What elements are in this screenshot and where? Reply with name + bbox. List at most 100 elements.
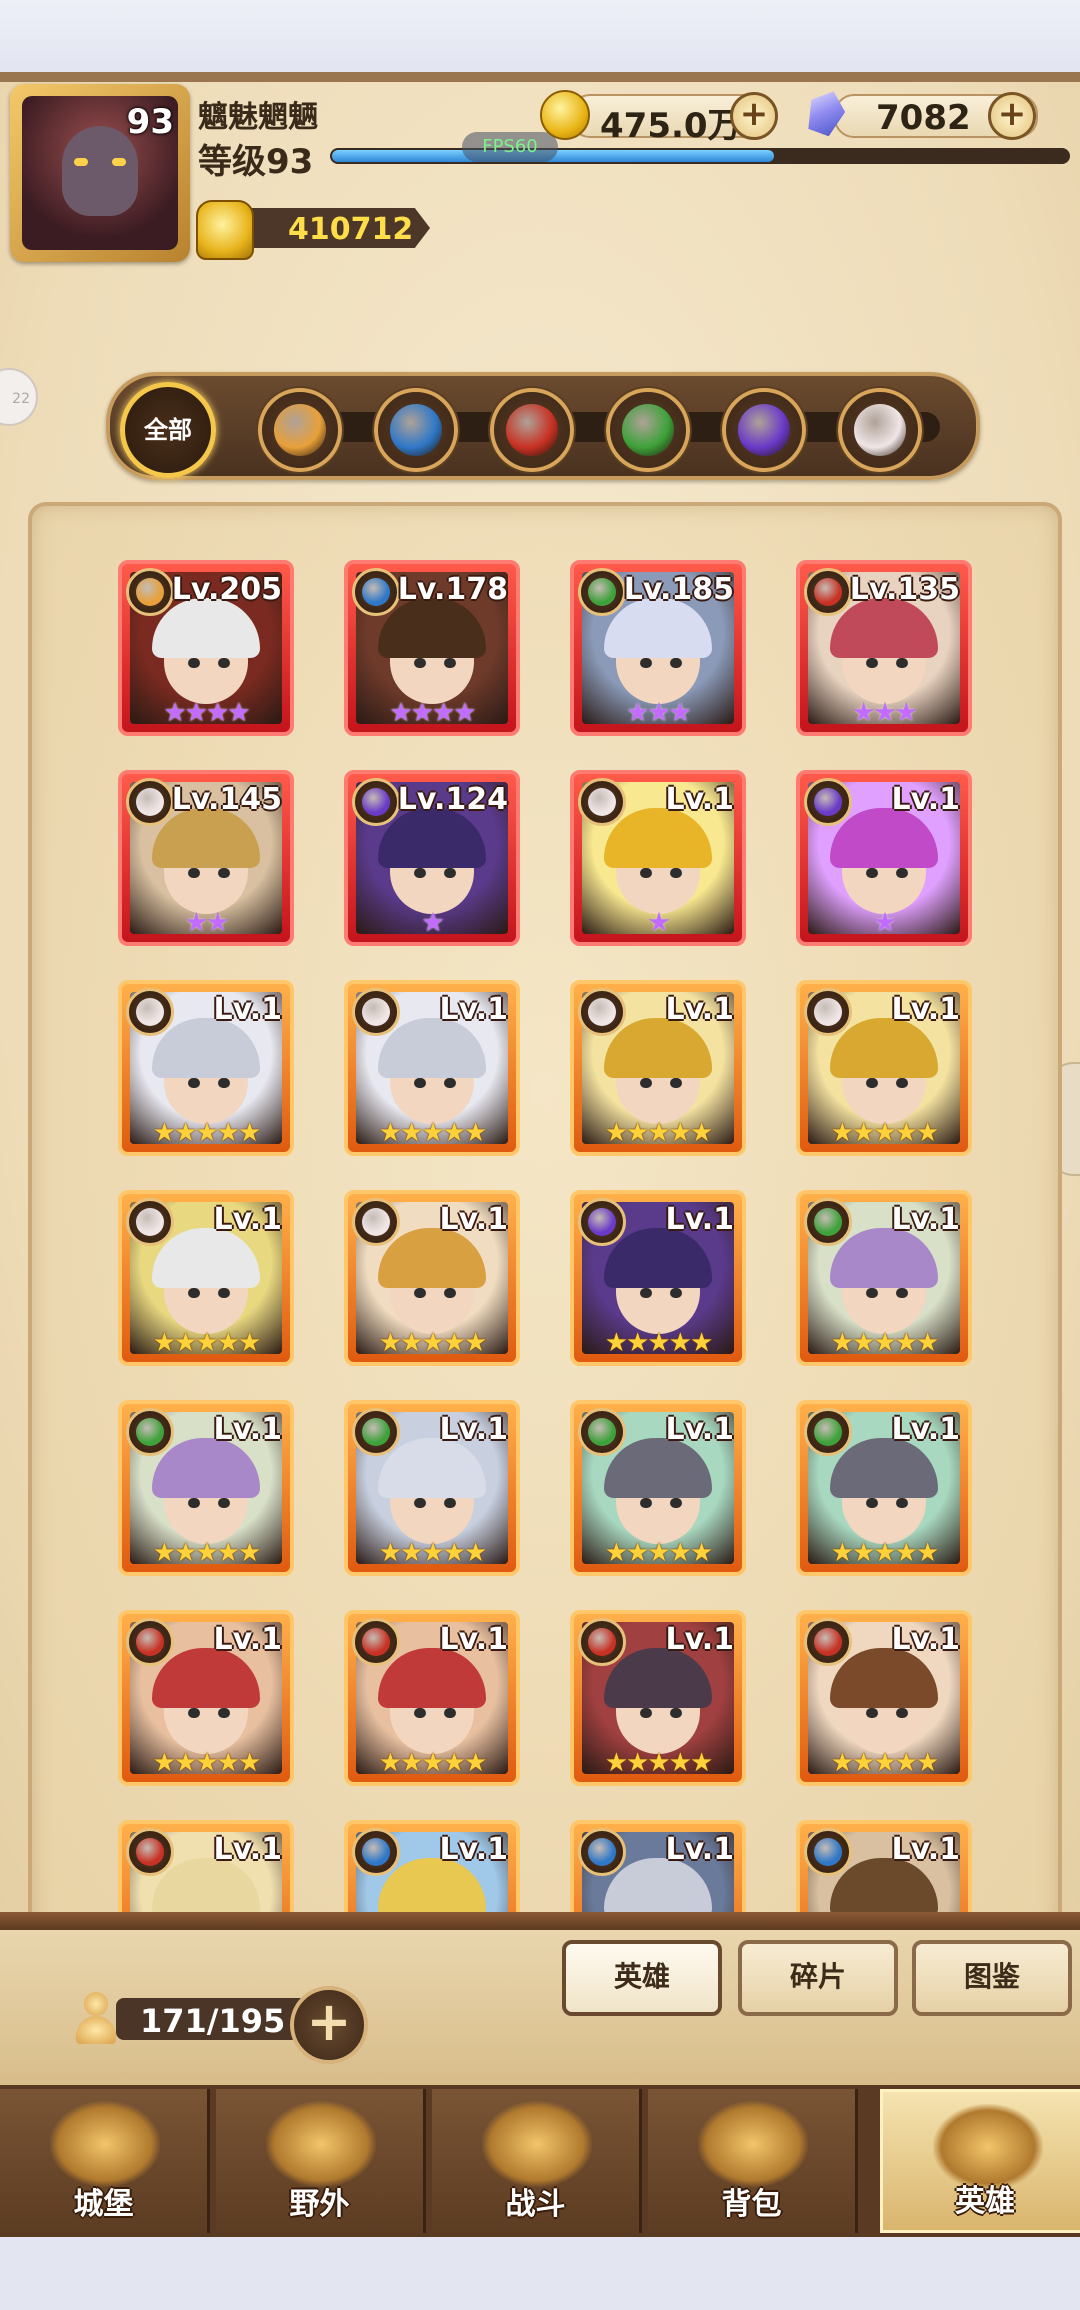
gear-orb-icon [352,568,400,616]
hero-card[interactable]: Lv.1 ★★★★★ [570,1190,746,1366]
hero-card[interactable]: Lv.1 ★ [796,770,972,946]
hero-eye [218,868,230,878]
avatar-eye-left [74,158,88,166]
hero-grid: Lv.205 ★★★★ Lv.178 ★★★★ Lv.185 ★★★ Lv.135 ★★★ Lv… [28,502,1054,1946]
hero-eye [188,658,200,668]
crest-icon [506,404,558,456]
hero-card[interactable]: Lv.1 ★★★★★ [118,1190,294,1366]
hero-eye [640,868,652,878]
gear-orb-icon [804,1828,852,1876]
moon-icon [738,404,790,456]
hero-level: Lv.185 [623,572,734,607]
hero-eye [414,868,426,878]
hero-card[interactable]: Lv.1 ★ [570,770,746,946]
filter-beast-button[interactable] [258,388,342,472]
filter-tech-button[interactable] [374,388,458,472]
add-gems-button[interactable]: + [988,92,1036,140]
hero-card[interactable]: Lv.1 ★★★★★ [570,1610,746,1786]
player-name: 魑魅魍魉 [198,100,318,135]
hero-eye [414,1288,426,1298]
hero-eye [670,1288,682,1298]
hero-level: Lv.1 [891,1202,961,1237]
avatar-eye-right [112,158,126,166]
hero-eye [640,1078,652,1088]
hero-eye [640,1498,652,1508]
tab-codex[interactable]: 图鉴 [912,1940,1072,2016]
filter-fortress-button[interactable] [490,388,574,472]
crest-icon [126,1828,174,1876]
hero-card[interactable]: Lv.1 ★★★★★ [344,1610,520,1786]
leaf-icon [804,1198,852,1246]
hero-eye [896,658,908,668]
hero-stars: ★ [873,908,896,938]
field-buildings-icon [266,2101,376,2187]
nav-backpack[interactable]: 背包 [648,2089,858,2233]
nav-field-buildings[interactable]: 野外 [216,2089,426,2233]
add-gold-button[interactable]: + [730,92,778,140]
hero-card[interactable]: Lv.1 ★★★★★ [796,1610,972,1786]
hero-card[interactable]: Lv.1 ★★★★★ [570,1400,746,1576]
leaf-icon [578,568,626,616]
hero-eye [414,1708,426,1718]
hero-level: Lv.1 [439,1622,509,1657]
bottom-strip [0,2237,1080,2310]
game-screen: 93 魑魅魍魉 等级93 FPS60 475.0万 + 7082 + 41071… [0,72,1080,2237]
hero-card[interactable]: Lv.1 ★★★★★ [118,1610,294,1786]
hero-card[interactable]: Lv.124 ★ [344,770,520,946]
tab-heroes[interactable]: 英雄 [562,1940,722,2016]
hero-card[interactable]: Lv.205 ★★★★ [118,560,294,736]
hero-level: Lv.1 [665,782,735,817]
hero-card[interactable]: Lv.145 ★★ [118,770,294,946]
hero-card[interactable]: Lv.1 ★★★★★ [796,1400,972,1576]
hero-eye [444,1288,456,1298]
hero-card[interactable]: Lv.135 ★★★ [796,560,972,736]
hero-eye [866,1078,878,1088]
hero-eye [670,1708,682,1718]
hero-eye [218,1288,230,1298]
player-avatar[interactable]: 93 [10,84,190,262]
hero-card[interactable]: Lv.185 ★★★ [570,560,746,736]
hero-eye [896,1288,908,1298]
hero-card[interactable]: Lv.1 ★★★★★ [118,980,294,1156]
hero-card[interactable]: Lv.178 ★★★★ [344,560,520,736]
filter-all-button[interactable]: 全部 [120,382,216,478]
hero-card[interactable]: Lv.1 ★★★★★ [344,1190,520,1366]
nav-label: 野外 [289,2187,350,2222]
filter-nature-button[interactable] [606,388,690,472]
hero-card[interactable]: Lv.1 ★★★★★ [344,980,520,1156]
hero-eye [866,658,878,668]
main-area: 93 魑魅魍魉 等级93 FPS60 475.0万 + 7082 + 41071… [0,72,1080,1970]
moon-icon [804,778,852,826]
hero-eye [218,1078,230,1088]
side-float-button[interactable]: 22 [0,368,38,426]
nav-helmet[interactable]: 英雄 [880,2089,1080,2233]
crossed-swords-icon [482,2101,592,2187]
nav-castle-base[interactable]: 城堡 [0,2089,210,2233]
filter-shadow-button[interactable] [722,388,806,472]
hero-eye [414,1078,426,1088]
hero-eye [670,1498,682,1508]
leaf-icon [352,1408,400,1456]
paw-icon [274,404,326,456]
nav-crossed-swords[interactable]: 战斗 [432,2089,642,2233]
tab-fragments[interactable]: 碎片 [738,1940,898,2016]
expand-capacity-button[interactable]: + [290,1986,368,2064]
hero-level: Lv.1 [439,992,509,1027]
hero-card[interactable]: Lv.1 ★★★★★ [796,1190,972,1366]
crest-icon [352,1618,400,1666]
paw-icon [126,568,174,616]
hero-stars: ★★★★★ [152,1748,262,1778]
hero-card[interactable]: Lv.1 ★★★★★ [796,980,972,1156]
hero-card[interactable]: Lv.1 ★★★★★ [570,980,746,1156]
hero-eye [218,658,230,668]
hero-card[interactable]: Lv.1 ★★★★★ [118,1400,294,1576]
hero-eye [414,658,426,668]
leaf-icon [578,1408,626,1456]
hero-eye [188,1288,200,1298]
moon-icon [352,778,400,826]
hero-eye [866,1708,878,1718]
nav-label: 战斗 [505,2187,566,2222]
filter-light-button[interactable] [838,388,922,472]
diamond-icon [854,404,906,456]
hero-card[interactable]: Lv.1 ★★★★★ [344,1400,520,1576]
